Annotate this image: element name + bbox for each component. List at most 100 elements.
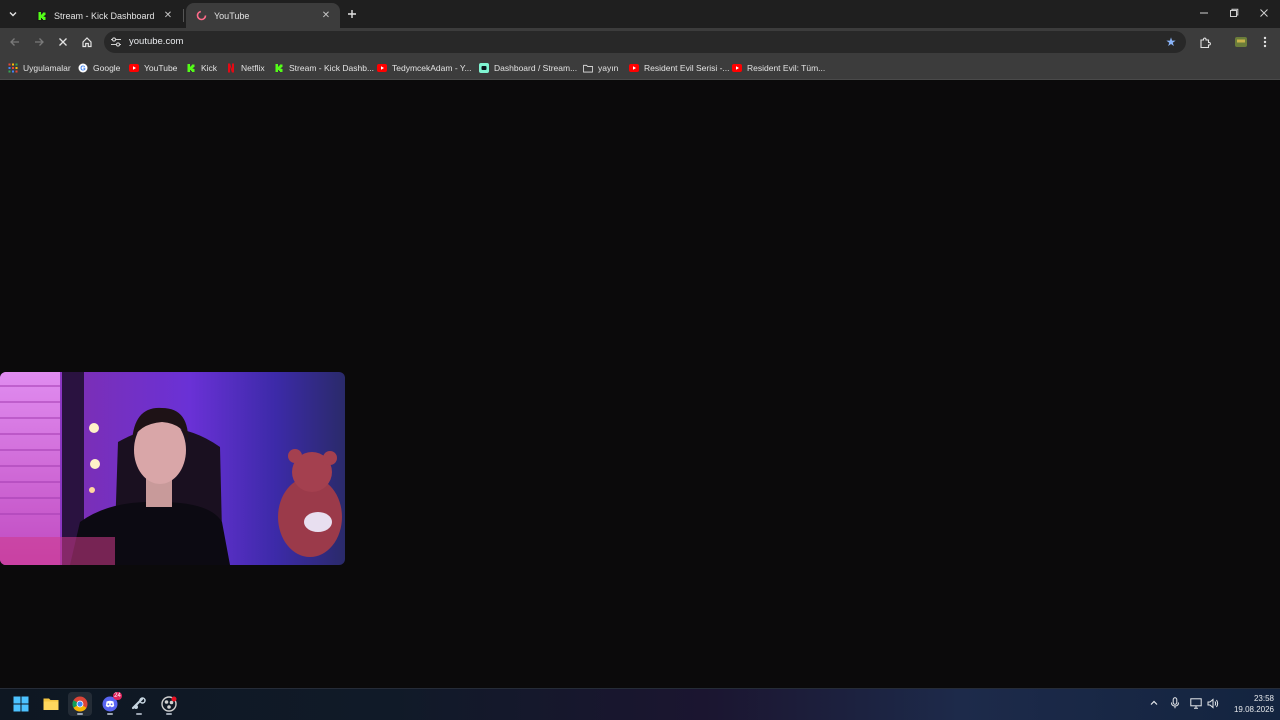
webcam-overlay [0, 372, 345, 565]
clock-date: 19.08.2026 [1233, 705, 1274, 714]
arrow-left-icon [10, 38, 19, 46]
close-icon [1260, 9, 1268, 17]
streamlabs-icon [479, 63, 489, 73]
taskbar-discord[interactable]: 24 [98, 692, 122, 716]
active-indicator [77, 713, 83, 715]
tray-volume[interactable] [1206, 696, 1220, 710]
profile-avatar-icon [1235, 37, 1247, 47]
running-indicator [107, 713, 113, 715]
network-icon [1190, 697, 1202, 709]
kebab-menu-icon [1263, 36, 1267, 48]
bookmark-youtube[interactable]: YouTube [129, 61, 177, 75]
stop-loading-button[interactable] [54, 33, 72, 51]
bookmark-label: Resident Evil Serisi -... [644, 63, 730, 73]
minimize-icon [1200, 12, 1208, 14]
bookmark-label: Netflix [241, 63, 265, 73]
clock-time: 23:58 [1253, 694, 1274, 703]
forward-button[interactable] [30, 33, 48, 51]
svg-text:G: G [80, 66, 86, 73]
bookmark-kick[interactable]: Kick [186, 61, 217, 75]
folder-icon [583, 63, 593, 73]
bookmark-resident-evil-serisi[interactable]: Resident Evil Serisi -... [629, 61, 730, 75]
home-icon [82, 37, 92, 48]
tray-overflow-button[interactable] [1147, 696, 1161, 710]
profile-button[interactable] [1233, 34, 1249, 50]
tab-separator [183, 9, 184, 22]
youtube-icon [732, 63, 742, 73]
start-button[interactable] [9, 692, 33, 716]
apps-grid-icon [8, 63, 18, 73]
tab-youtube[interactable]: YouTube ✕ [186, 3, 340, 28]
youtube-icon [129, 63, 139, 73]
tab-kick-dashboard[interactable]: Stream - Kick Dashboard ✕ [26, 3, 182, 28]
taskbar [0, 688, 1280, 720]
tab-close-icon[interactable]: ✕ [320, 10, 332, 22]
bookmark-netflix[interactable]: Netflix [226, 61, 265, 75]
puzzle-icon [1199, 37, 1211, 48]
kick-icon [36, 10, 47, 21]
running-indicator [166, 713, 172, 715]
bookmark-label: Stream - Kick Dashb... [289, 63, 375, 73]
address-bar[interactable] [104, 31, 1186, 53]
tray-clock[interactable]: 23:58 19.08.2026 [1222, 693, 1274, 715]
bookmark-label: Dashboard / Stream... [494, 63, 578, 73]
folder-icon [43, 698, 59, 710]
arrow-right-icon [35, 38, 44, 46]
bookmark-dashboard-stream[interactable]: Dashboard / Stream... [479, 61, 577, 75]
microphone-icon [1171, 697, 1179, 709]
bookmark-label: Google [93, 63, 121, 73]
loading-spinner-icon [196, 10, 207, 21]
bookmark-label: YouTube [144, 63, 178, 73]
tab-search-button[interactable] [4, 5, 22, 23]
chevron-up-icon [1150, 700, 1158, 705]
running-indicator [136, 713, 142, 715]
google-icon: G [78, 63, 88, 73]
kick-icon [274, 63, 284, 73]
taskbar-steam[interactable] [127, 692, 151, 716]
bookmark-label: Uygulamalar [23, 63, 71, 73]
bookmark-resident-evil-tum[interactable]: Resident Evil: Tüm... [732, 61, 825, 75]
speaker-icon [1207, 697, 1219, 709]
windows-logo-icon [13, 696, 29, 712]
tab-close-icon[interactable]: ✕ [162, 10, 174, 22]
back-button[interactable] [6, 33, 24, 51]
bookmark-google[interactable]: G Google [78, 61, 120, 75]
bookmark-label: yayın [598, 63, 619, 73]
chevron-down-icon [9, 12, 17, 17]
taskbar-obs[interactable] [157, 692, 181, 716]
stop-x-icon [59, 38, 67, 46]
tray-network[interactable] [1189, 696, 1203, 710]
tray-microphone[interactable] [1168, 696, 1182, 710]
bookmark-label: Kick [201, 63, 218, 73]
extensions-button[interactable] [1197, 34, 1213, 50]
bookmark-tedymcek[interactable]: TedymcekAdam - Y... [377, 61, 472, 75]
address-url[interactable]: youtube.com [129, 36, 183, 47]
new-tab-button[interactable] [344, 6, 360, 22]
youtube-icon [377, 63, 387, 73]
netflix-icon [226, 63, 236, 73]
plus-icon [348, 10, 356, 18]
bookmark-stream-kick[interactable]: Stream - Kick Dashb... [274, 61, 374, 75]
bookmark-label: TedymcekAdam - Y... [392, 63, 472, 73]
bookmark-label: Resident Evil: Tüm... [747, 63, 826, 73]
restore-button[interactable] [1226, 5, 1242, 21]
tab-title: Stream - Kick Dashboard [54, 10, 155, 21]
restore-icon [1230, 8, 1239, 17]
taskbar-chrome[interactable] [68, 692, 92, 716]
close-window-button[interactable] [1256, 5, 1272, 21]
site-info-icon[interactable] [110, 36, 122, 48]
chrome-icon [72, 696, 88, 712]
minimize-button[interactable] [1196, 5, 1212, 21]
discord-badge: 24 [113, 692, 122, 700]
home-button[interactable] [78, 33, 96, 51]
bookmark-apps[interactable]: Uygulamalar [8, 61, 71, 75]
taskbar-file-explorer[interactable] [39, 692, 63, 716]
steam-icon [131, 697, 146, 710]
bookmark-star-icon[interactable]: ★ [1164, 35, 1178, 49]
bookmark-folder-yayin[interactable]: yayın [583, 61, 618, 75]
tab-title: YouTube [214, 10, 250, 21]
kick-icon [186, 63, 196, 73]
youtube-icon [629, 63, 639, 73]
menu-button[interactable] [1257, 34, 1273, 50]
obs-icon [161, 696, 177, 712]
